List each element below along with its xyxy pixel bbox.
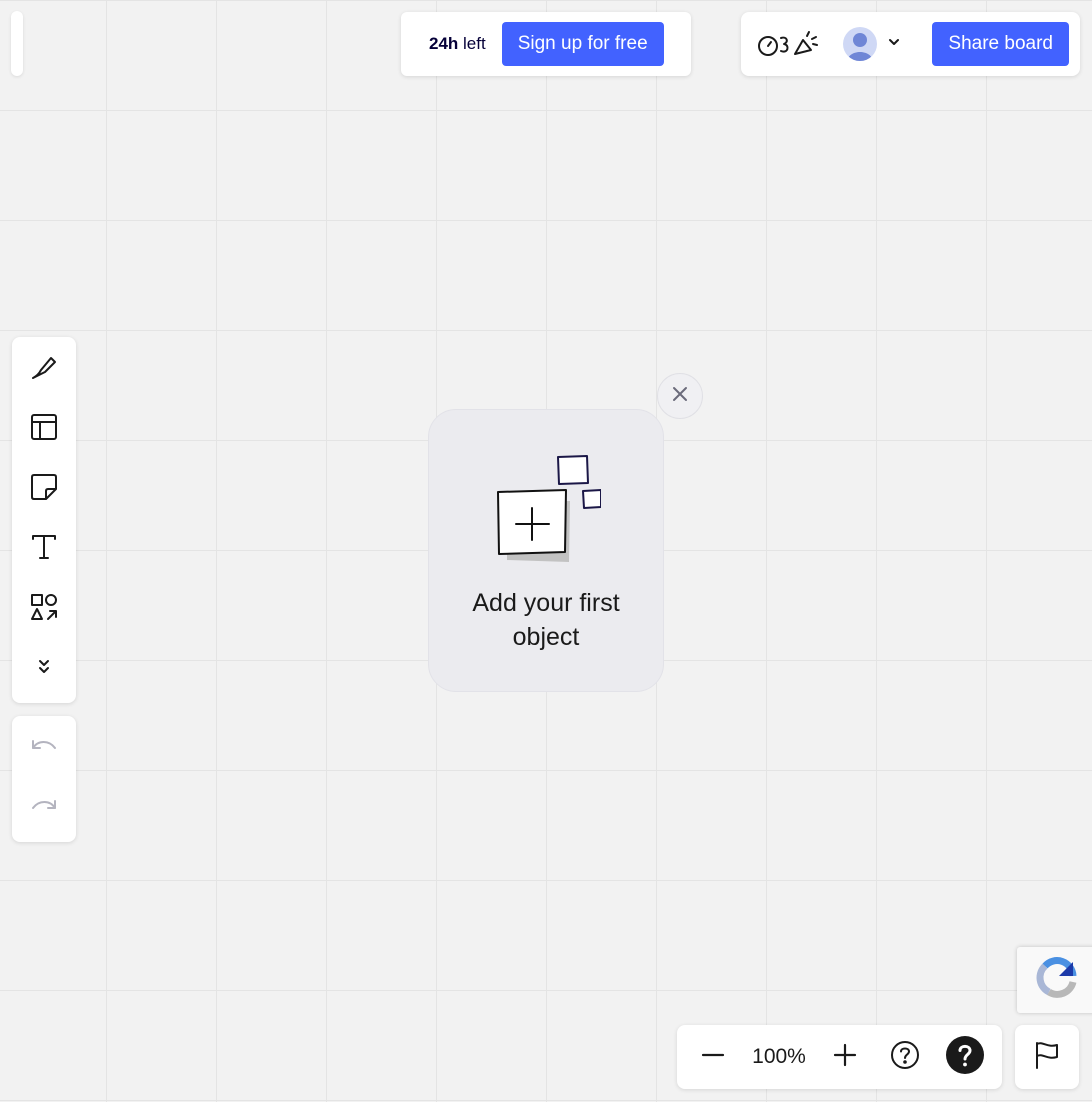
frames-tool[interactable] (12, 399, 76, 459)
reactions-icon[interactable] (757, 28, 819, 60)
text-tool[interactable] (12, 519, 76, 579)
zoom-bar: 100% (677, 1025, 1002, 1089)
text-icon (29, 532, 59, 567)
redo-icon (29, 791, 59, 826)
minus-icon (701, 1043, 725, 1072)
user-menu[interactable] (843, 27, 901, 61)
feedback-panel (1015, 1025, 1079, 1089)
sidebar-collapse-handle[interactable] (11, 11, 23, 76)
empty-state-title: Add your first object (472, 589, 620, 651)
learning-center-button[interactable] (945, 1035, 985, 1080)
history-panel (12, 716, 76, 842)
empty-state-card[interactable]: Add your first object (428, 409, 664, 692)
help-button[interactable] (885, 1037, 925, 1077)
recaptcha-icon (1033, 954, 1081, 1007)
trial-time: 24h (429, 34, 459, 53)
recaptcha-badge (1017, 947, 1092, 1013)
shapes-tool[interactable] (12, 579, 76, 639)
sticky-note-icon (29, 472, 59, 507)
plus-icon (833, 1043, 857, 1072)
flag-icon (1032, 1040, 1062, 1075)
zoom-level[interactable]: 100% (733, 1045, 825, 1069)
creation-toolbar (12, 337, 76, 703)
help-filled-icon (945, 1035, 985, 1080)
undo-icon (29, 731, 59, 766)
avatar[interactable] (843, 27, 877, 61)
pen-icon (29, 352, 59, 387)
frame-icon (29, 412, 59, 447)
double-chevron-down-icon (34, 657, 54, 682)
close-empty-state-button[interactable] (657, 373, 703, 419)
share-bar: Share board (741, 12, 1080, 76)
help-circle-icon (890, 1040, 920, 1075)
undo-button[interactable] (12, 718, 76, 778)
chevron-down-icon[interactable] (887, 35, 901, 54)
zoom-in-button[interactable] (825, 1037, 865, 1077)
trial-suffix: left (463, 34, 486, 53)
shapes-icon (29, 592, 59, 627)
trial-banner: 24h left Sign up for free (401, 12, 691, 76)
add-object-illustration (491, 454, 602, 564)
zoom-out-button[interactable] (693, 1037, 733, 1077)
feedback-button[interactable] (1027, 1037, 1067, 1077)
redo-button[interactable] (12, 778, 76, 838)
close-icon (671, 385, 689, 408)
more-tools-button[interactable] (12, 639, 76, 699)
sticky-note-tool[interactable] (12, 459, 76, 519)
pen-tool[interactable] (12, 339, 76, 399)
signup-button[interactable]: Sign up for free (501, 22, 664, 66)
share-board-button[interactable]: Share board (932, 22, 1069, 66)
trial-remaining: 24h left (429, 34, 486, 54)
